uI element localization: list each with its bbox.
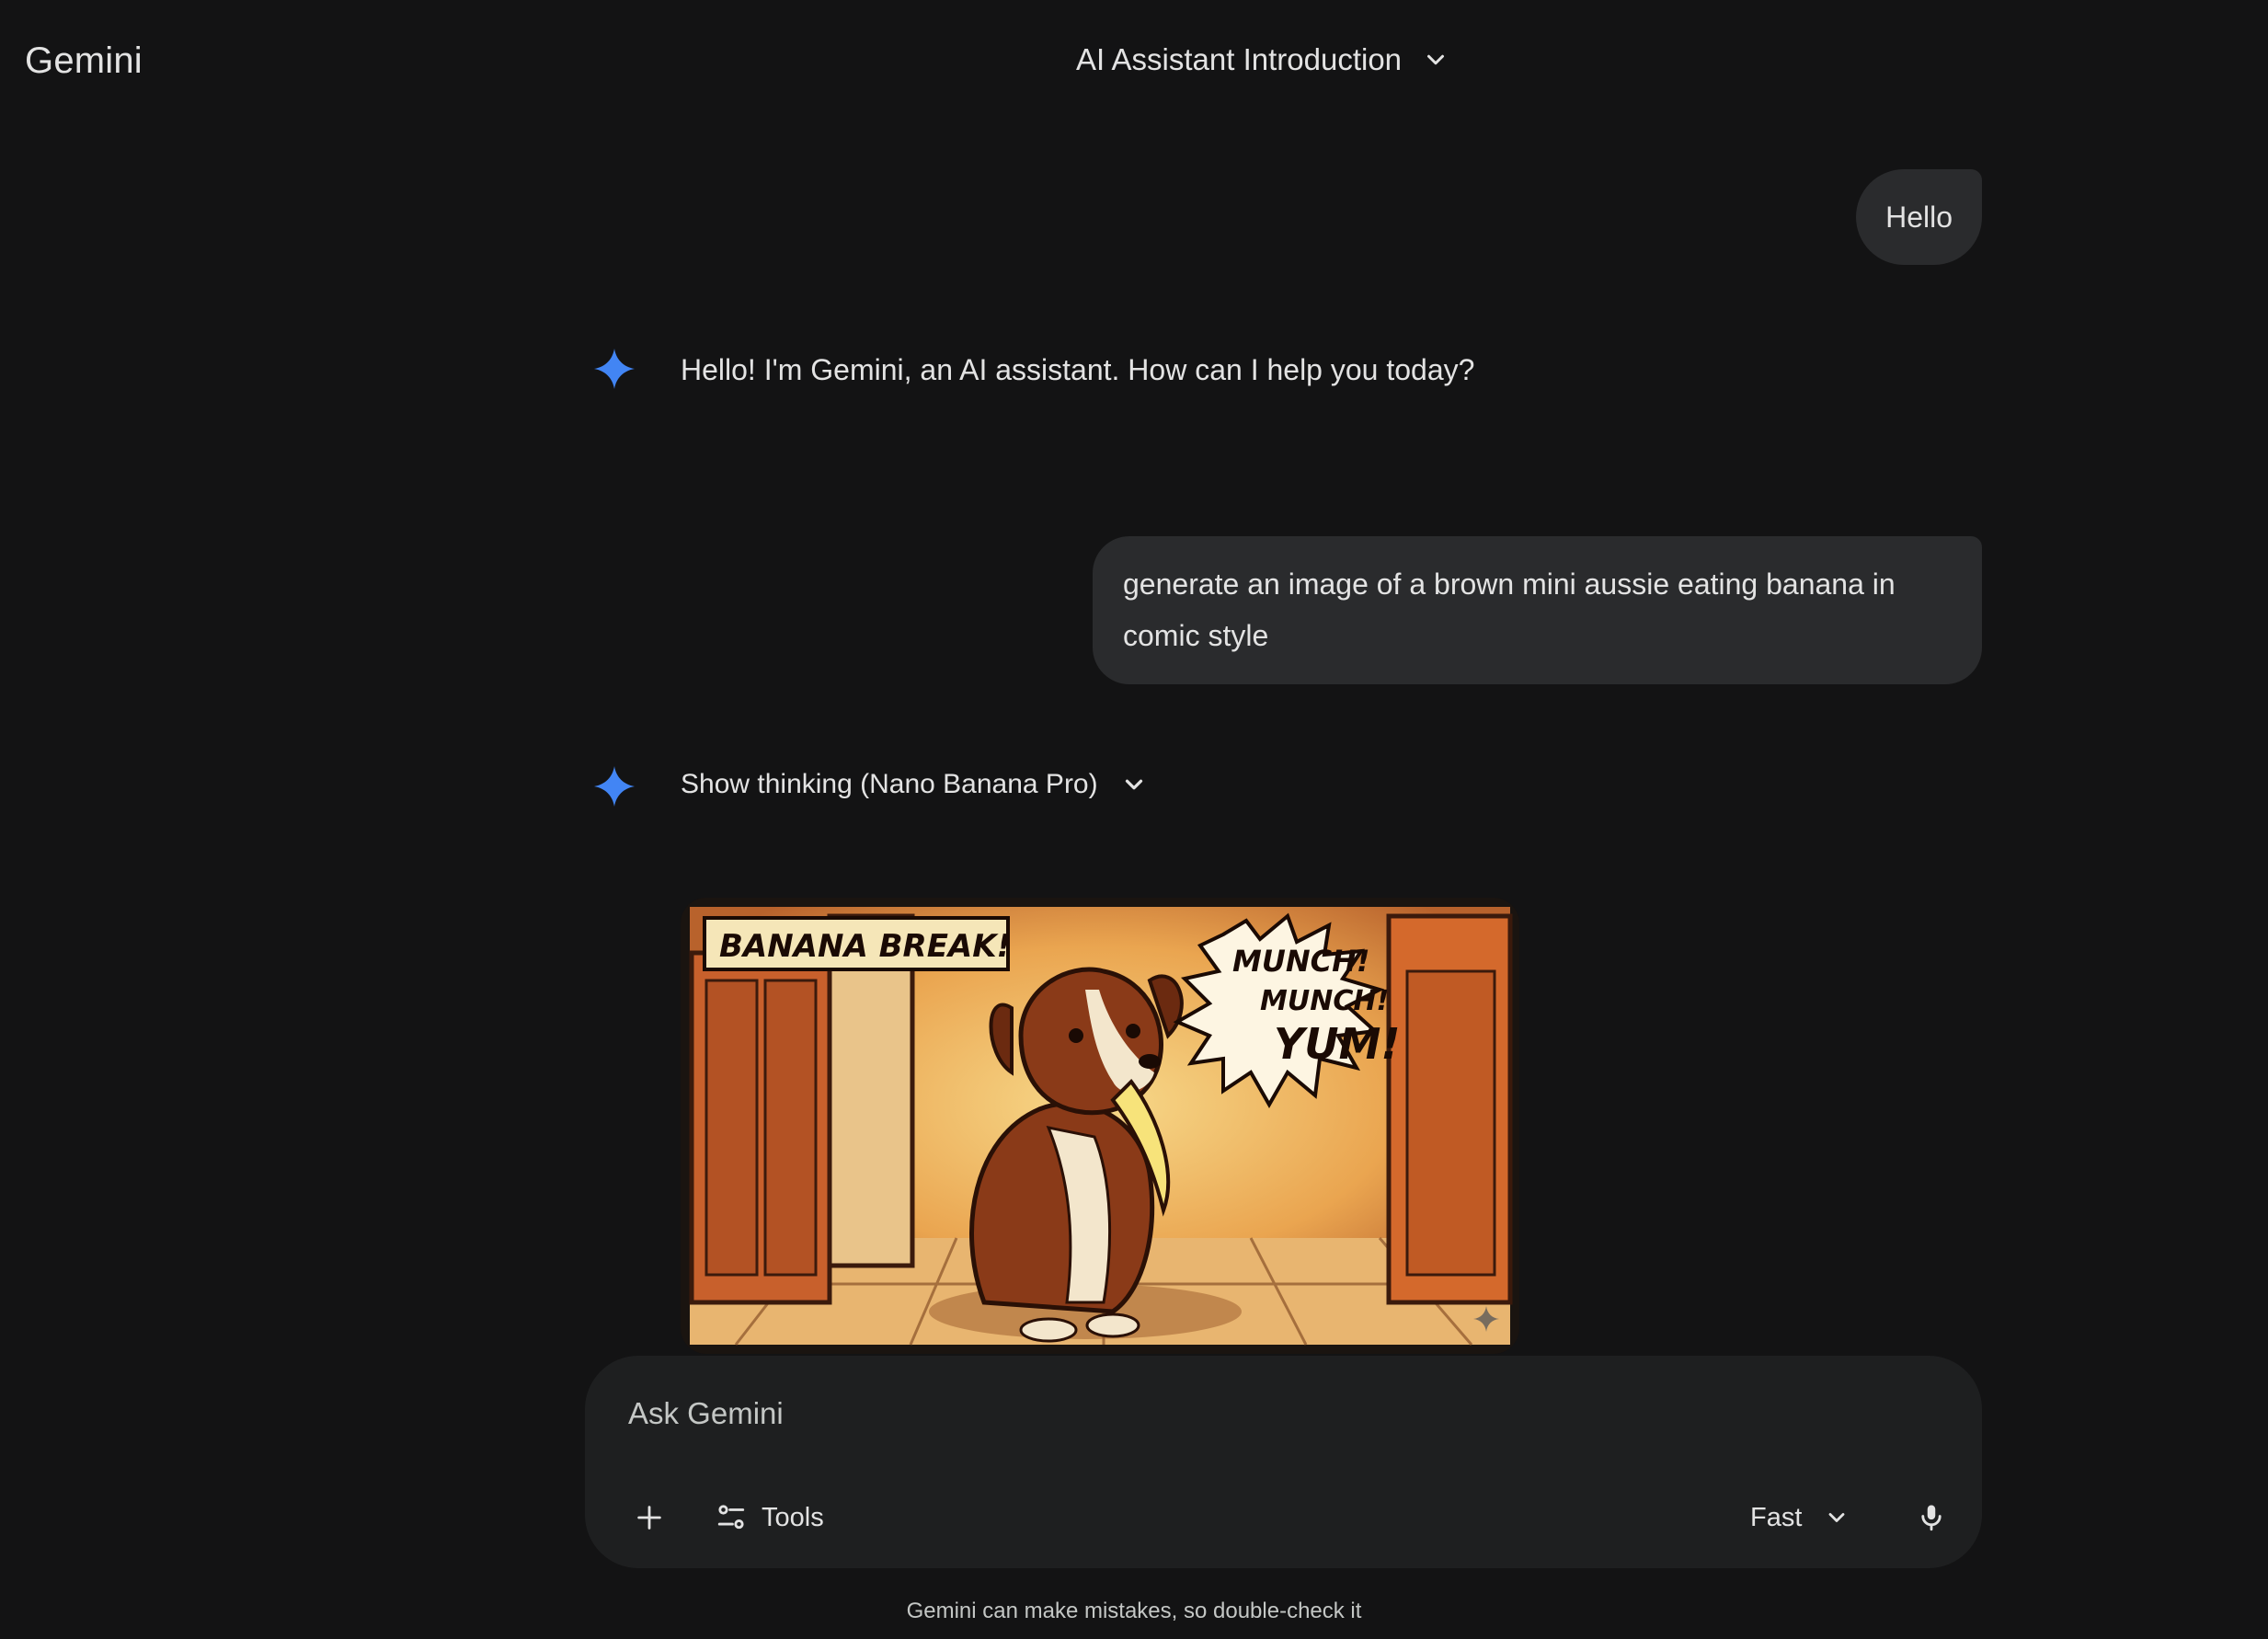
mic-icon (1921, 1505, 1942, 1531)
tools-icon (717, 1505, 745, 1530)
app-logo[interactable]: Gemini (25, 40, 143, 82)
caption-box-text: BANANA BREAK! (719, 928, 1011, 965)
plus-icon (637, 1506, 661, 1530)
add-attachment-button[interactable] (622, 1490, 677, 1545)
gemini-spark-icon (594, 349, 635, 389)
tools-button[interactable]: Tools (716, 1494, 824, 1542)
disclaimer-text: Gemini can make mistakes, so double-chec… (906, 1599, 1362, 1623)
conversation-title: AI Assistant Introduction (1076, 42, 1403, 76)
generated-image[interactable]: BANANA BREAK! MUNCH! MUNCH! YUM! (681, 898, 1519, 1354)
burst-text-1: MUNCH! (1232, 944, 1369, 979)
chevron-down-icon (1125, 779, 1142, 790)
chevron-down-icon (1427, 54, 1445, 65)
prompt-input[interactable] (628, 1383, 1732, 1444)
conversation-title-menu[interactable]: AI Assistant Introduction (1076, 42, 1449, 77)
model-selector[interactable]: Fast (1750, 1494, 1850, 1542)
model-selector-label: Fast (1750, 1502, 1803, 1532)
burst-text-2: MUNCH! (1260, 985, 1389, 1017)
show-thinking-label: Show thinking (Nano Banana Pro) (681, 769, 1098, 799)
chevron-down-icon (1829, 1513, 1845, 1522)
user-message: generate an image of a brown mini aussie… (1093, 536, 1982, 684)
prompt-composer: Tools Fast (585, 1356, 1982, 1568)
burst-text-3: YUM! (1274, 1019, 1400, 1069)
gemini-spark-icon (594, 766, 635, 807)
comic-dog-illustration: BANANA BREAK! MUNCH! MUNCH! YUM! (681, 898, 1519, 1354)
tools-label: Tools (762, 1502, 824, 1532)
gemini-chat-page: Gemini AI Assistant Introduction Hello H… (0, 0, 2268, 1639)
microphone-button[interactable] (1904, 1490, 1959, 1545)
show-thinking-toggle[interactable]: Show thinking (Nano Banana Pro) (681, 769, 1148, 800)
user-message: Hello (1856, 169, 1982, 265)
model-response-text: Hello! I'm Gemini, an AI assistant. How … (681, 353, 1475, 386)
